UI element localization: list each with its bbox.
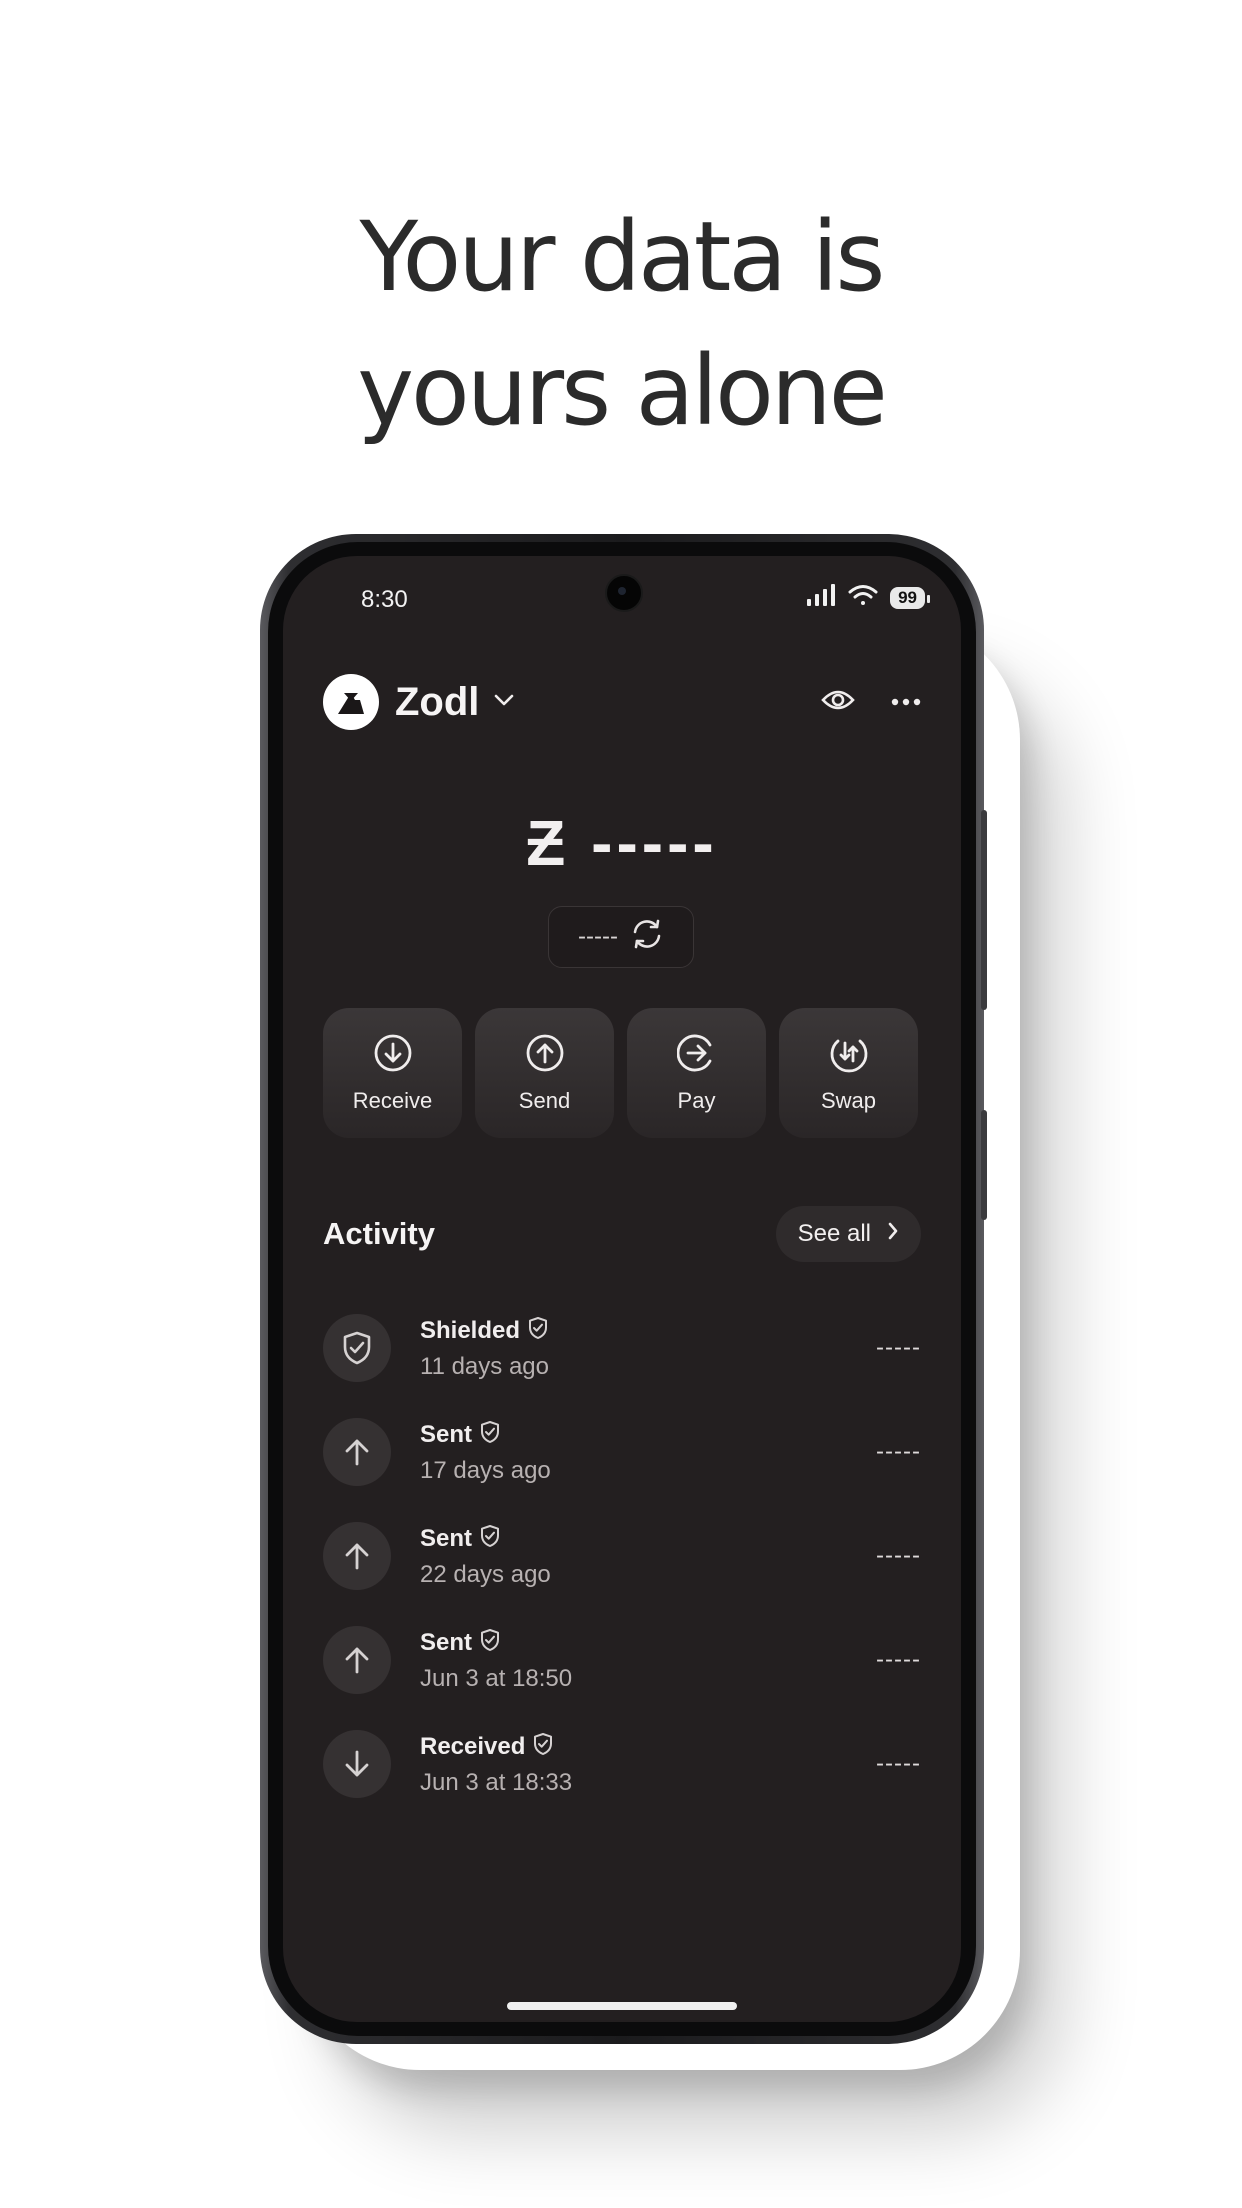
activity-row[interactable]: Sent Jun 3 at 18:50 ----- [323,1608,921,1712]
activity-time: 22 days ago [420,1560,551,1588]
pay-button[interactable]: Pay [627,1008,766,1138]
arrow-up-icon [323,1626,391,1694]
headline: Your data is yours alone [0,190,1242,458]
see-all-label: See all [797,1220,871,1247]
receive-button[interactable]: Receive [323,1008,462,1138]
home-indicator[interactable] [507,2002,737,2010]
pay-label: Pay [677,1087,716,1113]
zec-symbol: Ƶ [526,807,570,879]
battery-indicator: 99 [890,586,930,609]
activity-amount: ----- [876,1542,921,1569]
activity-time: 17 days ago [420,1456,551,1484]
send-button[interactable]: Send [475,1008,614,1138]
activity-title-text: Received [420,1733,526,1760]
hidden-balance: ----- [591,807,718,879]
arrow-right-circle-icon [676,1033,717,1078]
hidden-fiat-value: ----- [578,923,618,950]
receive-label: Receive [352,1087,433,1113]
shield-badge-icon [528,1316,548,1347]
activity-title-text: Shielded [420,1317,521,1344]
activity-amount: ----- [876,1334,921,1361]
activity-title: Activity [323,1216,435,1251]
activity-amount: ----- [876,1438,921,1465]
status-icons: 99 [806,584,930,611]
arrow-down-icon [323,1730,391,1798]
fiat-balance-pill[interactable]: ----- [548,906,694,968]
wallet-name[interactable]: Zodl [395,680,479,725]
see-all-button[interactable]: See all [775,1206,921,1262]
activity-title-text: Sent [420,1421,473,1448]
activity-time: Jun 3 at 18:33 [420,1768,573,1796]
swap-button[interactable]: Swap [779,1008,918,1138]
zodl-logo-icon[interactable] [323,674,379,730]
volume-up-button [981,810,987,1010]
status-time: 8:30 [361,586,408,613]
shield-badge-icon [480,1524,500,1555]
headline-line-1: Your data is [359,201,886,313]
wifi-icon [848,584,878,611]
activity-list: Shielded 11 days ago ----- Sent 17 days … [323,1296,921,1816]
arrow-up-icon [323,1418,391,1486]
wallet-header: Zodl [323,672,921,732]
activity-amount: ----- [876,1750,921,1777]
headline-line-2: yours alone [357,335,888,447]
activity-row[interactable]: Sent 17 days ago ----- [323,1400,921,1504]
eye-icon[interactable] [821,688,855,717]
refresh-icon[interactable] [630,918,664,957]
activity-row[interactable]: Received Jun 3 at 18:33 ----- [323,1712,921,1816]
more-options-icon[interactable] [891,693,921,711]
activity-title-text: Sent [420,1629,473,1656]
arrow-up-icon [323,1522,391,1590]
activity-time: Jun 3 at 18:50 [420,1664,573,1692]
chevron-right-icon [887,1220,899,1248]
shield-badge-icon [480,1420,500,1451]
front-camera [605,574,643,612]
signal-icon [806,584,836,611]
shield-badge-icon [480,1628,500,1659]
swap-circle-icon [829,1033,869,1078]
power-button [981,1110,987,1220]
balance-display: Ƶ ----- [283,806,961,880]
send-label: Send [518,1087,571,1113]
activity-title-text: Sent [420,1525,473,1552]
quick-actions: Receive Send Pay Swap [323,1008,918,1138]
shield-check-icon [323,1314,391,1382]
chevron-down-icon[interactable] [493,693,515,712]
activity-time: 11 days ago [420,1352,549,1380]
shield-badge-icon [533,1732,553,1763]
activity-row[interactable]: Shielded 11 days ago ----- [323,1296,921,1400]
swap-label: Swap [820,1087,877,1113]
activity-amount: ----- [876,1646,921,1673]
arrow-down-circle-icon [373,1033,413,1078]
phone-screen: 8:30 99 Zodl Ƶ ----- ----- Receive Send … [283,556,961,2022]
arrow-up-circle-icon [525,1033,565,1078]
activity-row[interactable]: Sent 22 days ago ----- [323,1504,921,1608]
